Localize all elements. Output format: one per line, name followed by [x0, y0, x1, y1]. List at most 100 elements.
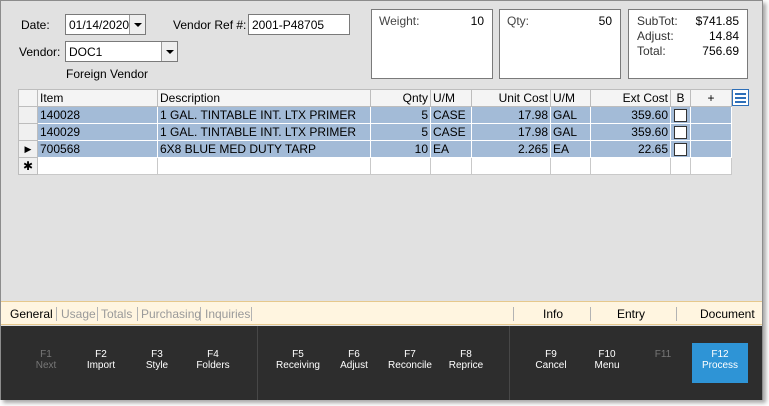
fkey-number: F6 — [348, 349, 360, 360]
date-field[interactable]: 01/14/2020 — [65, 14, 146, 35]
column-header-unit-cost[interactable]: Unit Cost — [471, 89, 551, 107]
cell-unit-cost[interactable]: 17.98 — [471, 123, 551, 141]
cell-description[interactable] — [157, 157, 371, 175]
adjust-label: Adjust: — [637, 29, 674, 43]
new-row[interactable]: ✱ — [18, 157, 732, 175]
table-row[interactable]: 140029 1 GAL. TINTABLE INT. LTX PRIMER 5… — [18, 123, 732, 141]
f10-menu-button[interactable]: F10 Menu — [580, 349, 634, 371]
f7-reconcile-button[interactable]: F7 Reconcile — [383, 349, 437, 371]
total-value: 756.69 — [702, 44, 739, 58]
cell-item[interactable] — [37, 157, 158, 175]
table-row[interactable]: 140028 1 GAL. TINTABLE INT. LTX PRIMER 5… — [18, 106, 732, 124]
cell-ext-cost[interactable]: 22.65 — [590, 140, 671, 158]
cell-um2[interactable]: EA — [550, 140, 591, 158]
cell-item[interactable]: 700568 — [37, 140, 158, 158]
cell-qnty[interactable]: 5 — [370, 123, 431, 141]
fkey-label: Folders — [196, 360, 230, 371]
f4-folders-button[interactable]: F4 Folders — [186, 349, 240, 371]
tab-info[interactable]: Info — [543, 307, 563, 321]
cell-extra[interactable] — [690, 157, 732, 175]
vendor-ref-field[interactable]: 2001-P48705 — [248, 14, 350, 35]
fkey-label: Reprice — [448, 360, 484, 371]
cell-unit-cost[interactable]: 2.265 — [471, 140, 551, 158]
tab-strip: General Usage Totals Purchasing Inquirie… — [1, 301, 762, 325]
cell-description[interactable]: 1 GAL. TINTABLE INT. LTX PRIMER — [157, 106, 371, 124]
column-header-description[interactable]: Description — [157, 89, 371, 107]
column-header-add[interactable]: + — [690, 89, 732, 107]
b-checkbox[interactable] — [674, 143, 687, 157]
column-header-um2[interactable]: U/M — [550, 89, 591, 107]
cell-extra[interactable] — [690, 140, 732, 158]
cell-extra[interactable] — [690, 123, 732, 141]
f5-receiving-button[interactable]: F5 Receiving — [271, 349, 325, 371]
cell-ext-cost[interactable]: 359.60 — [590, 123, 671, 141]
cell-b[interactable] — [670, 157, 691, 175]
vendor-ref-value: 2001-P48705 — [252, 18, 325, 32]
cell-qnty[interactable]: 10 — [370, 140, 431, 158]
weight-value: 10 — [470, 14, 484, 28]
fkey-number: F12 — [711, 349, 729, 360]
f2-import-button[interactable]: F2 Import — [74, 349, 128, 371]
tab-inquiries[interactable]: Inquiries — [205, 307, 250, 321]
tab-usage[interactable]: Usage — [61, 307, 96, 321]
cell-um[interactable]: CASE — [430, 123, 472, 141]
fkey-label: Import — [86, 360, 116, 371]
fkey-number: F7 — [404, 349, 416, 360]
cell-description[interactable]: 6X8 BLUE MED DUTY TARP — [157, 140, 371, 158]
column-header-item[interactable]: Item — [37, 89, 158, 107]
b-checkbox[interactable] — [674, 109, 687, 123]
f1-next-button[interactable]: F1 Next — [19, 349, 73, 371]
vendor-dropdown-button[interactable] — [161, 42, 177, 61]
f9-cancel-button[interactable]: F9 Cancel — [524, 349, 578, 371]
current-row-arrow-icon[interactable]: ▶ — [18, 140, 38, 158]
cell-um[interactable]: CASE — [430, 106, 472, 124]
qty-label: Qty: — [507, 14, 530, 28]
grid-header-row: Item Description Qnty U/M Unit Cost U/M … — [18, 89, 732, 107]
tab-general[interactable]: General — [10, 307, 53, 321]
cell-ext-cost[interactable] — [590, 157, 671, 175]
cell-qnty[interactable]: 5 — [370, 106, 431, 124]
cell-um[interactable]: EA — [430, 140, 472, 158]
weight-label: Weight: — [379, 14, 420, 28]
column-header-qnty[interactable]: Qnty — [370, 89, 431, 107]
new-row-asterisk-icon[interactable]: ✱ — [18, 157, 38, 175]
cell-um2[interactable]: GAL — [550, 123, 591, 141]
cell-b[interactable] — [670, 106, 691, 124]
cell-um2[interactable]: GAL — [550, 106, 591, 124]
column-header-ext-cost[interactable]: Ext Cost — [590, 89, 671, 107]
cell-unit-cost[interactable]: 17.98 — [471, 106, 551, 124]
cell-qnty[interactable] — [370, 157, 431, 175]
cell-b[interactable] — [670, 123, 691, 141]
column-header-um[interactable]: U/M — [430, 89, 472, 107]
f6-adjust-button[interactable]: F6 Adjust — [327, 349, 381, 371]
table-row[interactable]: ▶ 700568 6X8 BLUE MED DUTY TARP 10 EA 2.… — [18, 140, 732, 158]
subtot-label: SubTot: — [637, 14, 678, 28]
cell-ext-cost[interactable]: 359.60 — [590, 106, 671, 124]
vendor-ref-label: Vendor Ref #: — [173, 18, 247, 32]
f12-process-button[interactable]: F12 Process — [692, 343, 748, 383]
tab-entry[interactable]: Entry — [617, 307, 645, 321]
f8-reprice-button[interactable]: F8 Reprice — [439, 349, 493, 371]
cell-extra[interactable] — [690, 106, 732, 124]
b-checkbox[interactable] — [674, 126, 687, 140]
cell-b[interactable] — [670, 140, 691, 158]
cell-item[interactable]: 140029 — [37, 123, 158, 141]
cell-description[interactable]: 1 GAL. TINTABLE INT. LTX PRIMER — [157, 123, 371, 141]
tab-totals[interactable]: Totals — [101, 307, 132, 321]
row-selector[interactable] — [18, 106, 38, 124]
vendor-field[interactable]: DOC1 — [65, 41, 178, 62]
date-dropdown-button[interactable] — [129, 15, 145, 34]
total-label: Total: — [637, 44, 666, 58]
f11-button[interactable]: F11 — [636, 349, 690, 360]
cell-unit-cost[interactable] — [471, 157, 551, 175]
column-chooser-icon[interactable] — [732, 89, 749, 106]
cell-um[interactable] — [430, 157, 472, 175]
column-header-b[interactable]: B — [670, 89, 691, 107]
row-selector[interactable] — [18, 123, 38, 141]
tab-purchasing[interactable]: Purchasing — [141, 307, 201, 321]
function-key-bar: F1 Next F2 Import F3 Style F4 Folders F5 Rece… — [1, 326, 762, 400]
cell-item[interactable]: 140028 — [37, 106, 158, 124]
tab-document[interactable]: Document — [700, 307, 755, 321]
cell-um2[interactable] — [550, 157, 591, 175]
f3-style-button[interactable]: F3 Style — [130, 349, 184, 371]
